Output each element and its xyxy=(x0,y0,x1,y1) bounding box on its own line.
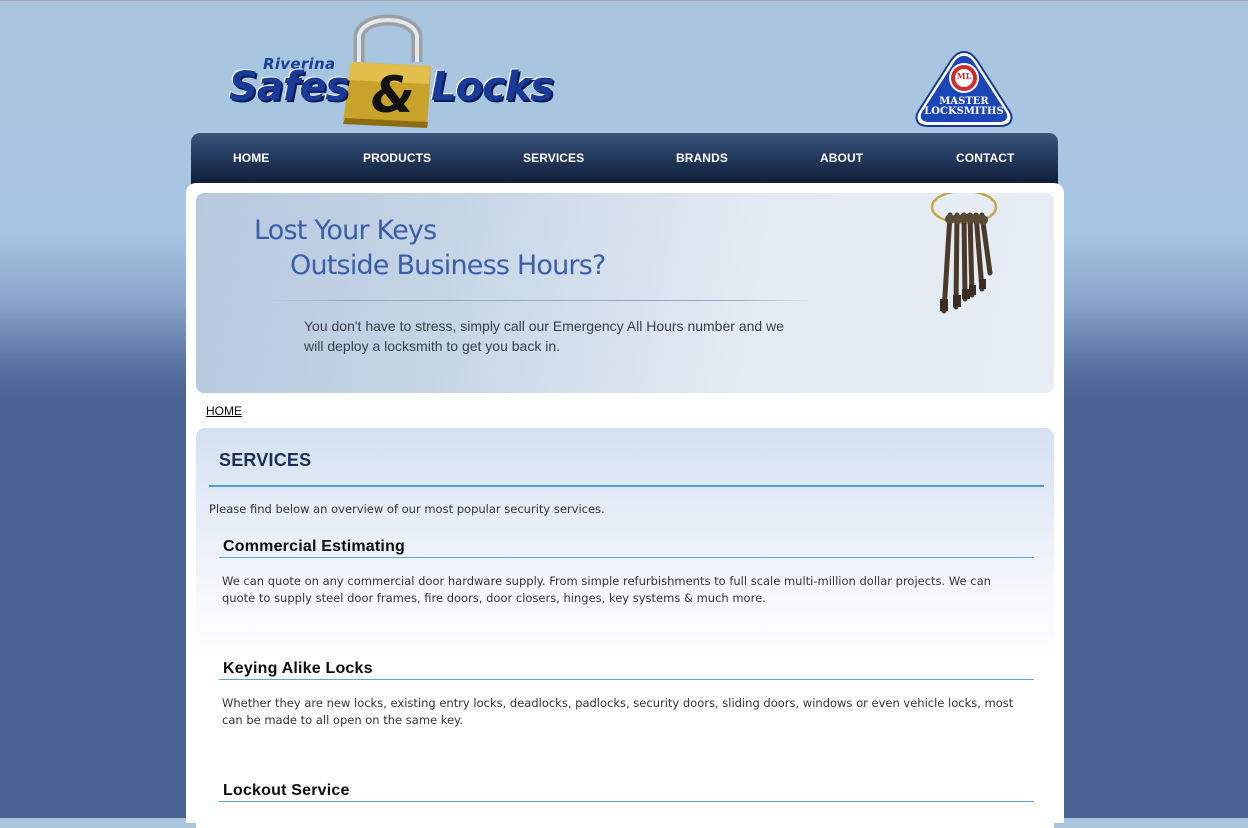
banner-body: You don't have to stress, simply call ou… xyxy=(304,318,784,354)
title-divider xyxy=(209,485,1044,487)
intro-text: Please find below an overview of our mos… xyxy=(209,502,605,516)
content-area: SERVICES Please find below an overview o… xyxy=(196,428,1054,828)
top-border xyxy=(0,0,1248,1)
banner-title-line1: Lost Your Keys xyxy=(254,215,437,246)
emergency-banner: Lost Your Keys Outside Business Hours? Y… xyxy=(196,193,1054,393)
service-description: We can quote on any commercial door hard… xyxy=(222,574,991,605)
master-locksmiths-badge[interactable]: ML MASTER LOCKSMITHS xyxy=(912,50,1016,128)
banner-divider xyxy=(266,300,814,301)
service-title: Keying Alike Locks xyxy=(223,660,373,677)
logo-locks: Locks xyxy=(431,64,554,110)
badge-line2: LOCKSMITHS xyxy=(924,106,1004,117)
service-description: Whether they are new locks, existing ent… xyxy=(222,696,1014,727)
nav-products[interactable]: PRODUCTS xyxy=(363,151,431,165)
nav-about[interactable]: ABOUT xyxy=(820,151,863,165)
nav-brands[interactable]: BRANDS xyxy=(676,151,728,165)
banner-title-line2: Outside Business Hours? xyxy=(290,250,606,281)
nav-services[interactable]: SERVICES xyxy=(523,151,584,165)
service-title: Lockout Service xyxy=(223,782,350,799)
breadcrumb-home[interactable]: HOME xyxy=(206,404,242,418)
page-title: SERVICES xyxy=(219,450,312,470)
service-divider xyxy=(219,801,1034,802)
site-logo[interactable]: Riverina Safes & Locks xyxy=(223,4,573,132)
service-divider xyxy=(219,557,1034,558)
main-nav: HOME PRODUCTS SERVICES BRANDS ABOUT CONT… xyxy=(191,133,1058,185)
bunch-of-keys-icon xyxy=(930,193,998,314)
badge-emblem-text: ML xyxy=(956,71,972,81)
nav-home[interactable]: HOME xyxy=(233,151,269,165)
logo-safes: Safes xyxy=(229,64,349,110)
service-title: Commercial Estimating xyxy=(223,538,406,555)
nav-contact[interactable]: CONTACT xyxy=(956,151,1014,165)
service-divider xyxy=(219,679,1034,680)
logo-ampersand: & xyxy=(371,66,415,124)
